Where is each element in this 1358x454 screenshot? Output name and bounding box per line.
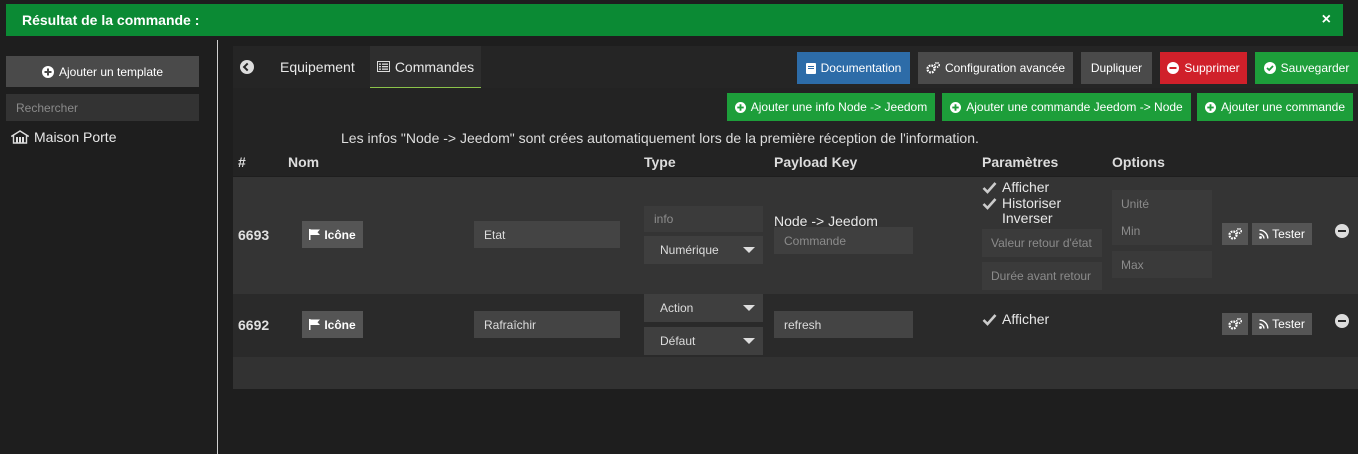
test-button[interactable]: Tester <box>1252 223 1312 245</box>
house-icon <box>11 130 29 144</box>
close-icon[interactable]: × <box>1322 4 1331 36</box>
rss-icon <box>1259 229 1269 239</box>
sidebar-item-label: Maison Porte <box>34 129 117 145</box>
add-command-node-label: Ajouter une commande Jeedom -> Node <box>966 100 1183 114</box>
min-field[interactable]: Min <box>1112 217 1212 245</box>
header-type: Type <box>644 154 676 170</box>
sidebar: Ajouter un template Maison Porte <box>0 40 218 454</box>
header-nom: Nom <box>288 154 320 170</box>
command-name-field[interactable]: Rafraîchir <box>474 311 620 338</box>
param-inverser[interactable]: Inverser <box>982 210 1053 226</box>
tab-commandes[interactable]: Commandes <box>370 46 481 88</box>
unit-field[interactable]: Unité <box>1112 190 1212 217</box>
add-info-button[interactable]: Ajouter une info Node -> Jeedom <box>727 93 935 121</box>
param-afficher[interactable]: Afficher <box>982 311 1049 327</box>
payload-command-field[interactable]: Commande <box>774 227 913 254</box>
max-field[interactable]: Max <box>1112 251 1212 278</box>
table-row: 6692 Icône Rafraîchir Action Défaut refr… <box>233 294 1358 357</box>
check-icon <box>982 196 997 211</box>
param-label: Afficher <box>1002 179 1050 195</box>
header-params: Paramètres <box>982 154 1059 170</box>
command-config-button[interactable] <box>1222 313 1248 335</box>
command-config-button[interactable] <box>1222 223 1248 245</box>
save-button[interactable]: Sauvegarder <box>1255 52 1358 84</box>
command-name-field[interactable]: Etat <box>474 221 620 248</box>
save-label: Sauvegarder <box>1280 61 1350 75</box>
cogs-icon <box>926 62 940 74</box>
tab-commandes-label: Commandes <box>394 58 475 75</box>
add-command-button[interactable]: Ajouter une commande <box>1197 93 1353 121</box>
delete-button[interactable]: Supprimer <box>1160 52 1247 84</box>
icon-button[interactable]: Icône <box>302 311 363 338</box>
minus-circle-icon <box>1167 62 1180 74</box>
return-delay-field[interactable]: Durée avant retour <box>982 262 1102 290</box>
main-panel: Equipement Commandes Documentation Confi… <box>233 40 1358 454</box>
subtype-select[interactable]: Défaut <box>644 327 763 355</box>
advanced-config-label: Configuration avancée <box>944 61 1066 75</box>
command-id: 6692 <box>238 317 270 333</box>
plus-circle-icon <box>734 101 746 113</box>
icon-button-label: Icône <box>324 317 356 332</box>
type-field: info <box>644 206 763 232</box>
header-payload: Payload Key <box>774 154 858 170</box>
test-label: Tester <box>1272 227 1305 241</box>
flag-icon <box>309 319 321 330</box>
delete-label: Supprimer <box>1184 61 1240 75</box>
header-options: Options <box>1112 154 1165 170</box>
documentation-label: Documentation <box>820 61 902 75</box>
tab-bar: Equipement Commandes Documentation Confi… <box>233 46 1358 88</box>
info-text: Les infos "Node -> Jeedom" sont crées au… <box>341 130 979 146</box>
flag-icon <box>309 229 321 240</box>
command-result-alert: Résultat de la commande : × <box>6 4 1343 36</box>
test-button[interactable]: Tester <box>1252 313 1312 335</box>
subtype-select[interactable]: Numérique <box>644 236 763 264</box>
plus-circle-icon <box>950 101 962 113</box>
book-icon <box>805 62 816 74</box>
command-id: 6693 <box>238 227 270 243</box>
cogs-icon <box>1228 228 1242 240</box>
add-template-label: Ajouter un template <box>58 64 164 79</box>
add-command-label: Ajouter une commande <box>1220 100 1346 114</box>
sidebar-item-maison-porte[interactable]: Maison Porte <box>11 129 116 145</box>
icon-button[interactable]: Icône <box>302 221 363 248</box>
list-icon <box>376 61 390 72</box>
advanced-config-button[interactable]: Configuration avancée <box>918 52 1073 84</box>
check-icon <box>982 180 997 195</box>
param-label: Historiser <box>1002 195 1062 211</box>
param-label: Afficher <box>1002 311 1050 327</box>
header-id: # <box>238 154 246 170</box>
search-input[interactable] <box>6 94 199 121</box>
table-footer-row <box>233 357 1358 389</box>
duplicate-button[interactable]: Dupliquer <box>1081 52 1152 84</box>
remove-command-icon[interactable] <box>1335 314 1349 328</box>
back-arrow-icon[interactable] <box>240 60 254 74</box>
cogs-icon <box>1228 318 1242 330</box>
table-row: 6693 Icône Etat info Numérique Node -> J… <box>233 177 1358 294</box>
documentation-button[interactable]: Documentation <box>797 52 910 84</box>
tab-equipement[interactable]: Equipement <box>280 46 355 88</box>
check-circle-icon <box>1263 62 1276 74</box>
param-afficher[interactable]: Afficher <box>982 179 1049 195</box>
alert-text: Résultat de la commande : <box>22 12 200 28</box>
payload-field[interactable]: refresh <box>774 311 913 338</box>
param-label: Inverser <box>1002 210 1053 226</box>
plus-circle-icon <box>41 65 54 78</box>
remove-command-icon[interactable] <box>1335 224 1349 238</box>
param-historiser[interactable]: Historiser <box>982 195 1061 211</box>
test-label: Tester <box>1272 317 1305 331</box>
add-command-node-button[interactable]: Ajouter une commande Jeedom -> Node <box>942 93 1191 121</box>
add-info-label: Ajouter une info Node -> Jeedom <box>750 100 928 114</box>
state-return-value-field[interactable]: Valeur retour d'état <box>982 229 1102 257</box>
plus-circle-icon <box>1204 101 1216 113</box>
check-icon <box>982 312 997 327</box>
type-select[interactable]: Action <box>644 294 763 322</box>
icon-button-label: Icône <box>324 227 356 242</box>
add-template-button[interactable]: Ajouter un template <box>6 56 199 87</box>
rss-icon <box>1259 319 1269 329</box>
